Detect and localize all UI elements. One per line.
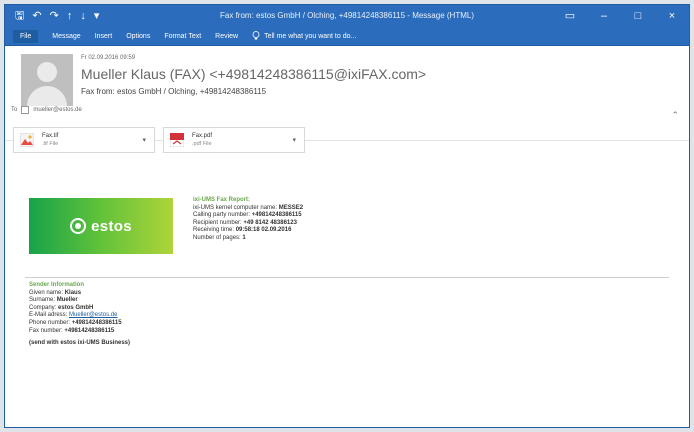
estos-logo-banner: estos: [29, 198, 173, 254]
close-button[interactable]: ×: [655, 5, 689, 27]
report-line: ixi-UMS kernel computer name: MESSE2: [193, 204, 304, 211]
recipient-line: To mueller@estos.de: [11, 106, 82, 114]
estos-logo: estos: [70, 218, 132, 235]
tab-insert[interactable]: Insert: [95, 33, 113, 40]
logo-text: estos: [91, 217, 132, 235]
outlook-window: 🖫 ↶ ↷ ↑ ↓ ▾ Fax from: estos GmbH / Olchi…: [4, 4, 690, 428]
save-icon[interactable]: 🖫: [15, 5, 24, 27]
report-line: Recipient number: +49 8142 48386123: [193, 219, 297, 226]
quick-access-toolbar: 🖫 ↶ ↷ ↑ ↓ ▾: [5, 5, 99, 27]
avatar-icon: [21, 54, 73, 106]
ribbon-display-options-icon[interactable]: ▭: [553, 5, 587, 27]
report-line: Number of pages: 1: [193, 234, 246, 241]
attachment-name: Fax.pdf: [192, 133, 213, 139]
sender-line: Phone number: +49814248386115: [29, 319, 122, 326]
report-line: Calling party number: +49814248386115: [193, 212, 302, 219]
redo-icon[interactable]: ↷: [50, 5, 59, 27]
logo-mark-icon: [70, 218, 87, 234]
attachment-type: .pdf File: [192, 141, 212, 147]
recipient-checkbox-icon: [21, 106, 30, 114]
tab-options[interactable]: Options: [126, 33, 150, 40]
title-bar: 🖫 ↶ ↷ ↑ ↓ ▾ Fax from: estos GmbH / Olchi…: [5, 5, 689, 27]
report-line: Receiving time: 09:58:18 02.09.2016: [193, 227, 292, 234]
down-arrow-icon[interactable]: ↓: [80, 5, 86, 27]
sent-with-note: (send with estos ixi-UMS Business): [29, 340, 131, 347]
attachments-bar: Fax.tif .tif File ▾ Fax.pdf .pdf File ▾: [13, 127, 305, 153]
tell-me-search[interactable]: Tell me what you want to do...: [252, 31, 356, 41]
lightbulb-icon: [252, 31, 260, 40]
message-subject: Fax from: estos GmbH / Olching, +4981424…: [81, 87, 267, 96]
chevron-down-icon[interactable]: ▾: [292, 136, 296, 144]
message-header: Fr 02.09.2016 09:59 Mueller Klaus (FAX) …: [5, 46, 689, 153]
sender-line: Fax number: +49814248386115: [29, 327, 115, 334]
attachment-name: Fax.tif: [42, 133, 59, 139]
attachment-type: .tif File: [42, 141, 59, 147]
ribbon-tabs: File Message Insert Options Format Text …: [5, 27, 689, 46]
tab-review[interactable]: Review: [215, 33, 238, 40]
minimize-button[interactable]: –: [587, 5, 621, 27]
message-date: Fr 02.09.2016 09:59: [81, 55, 136, 61]
sender-line: Given name: Klaus: [29, 289, 82, 296]
message-body: estos ixi-UMS Fax Report: ixi-UMS kernel…: [5, 155, 689, 427]
sender-information: Sender Information Given name: Klaus Sur…: [29, 282, 130, 348]
undo-icon[interactable]: ↶: [32, 5, 41, 27]
report-title: ixi-UMS Fax Report:: [193, 197, 251, 203]
window-controls: ▭ – □ ×: [553, 5, 689, 27]
to-label: To: [11, 107, 18, 113]
attachment-pdf[interactable]: Fax.pdf .pdf File ▾: [163, 127, 305, 153]
tab-format-text[interactable]: Format Text: [164, 33, 201, 40]
pdf-icon: [170, 133, 184, 147]
qat-dropdown-icon[interactable]: ▾: [94, 5, 100, 27]
fax-report: ixi-UMS Fax Report: ixi-UMS kernel compu…: [193, 197, 303, 243]
sender-info-title: Sender Information: [29, 282, 85, 288]
tab-file[interactable]: File: [13, 29, 39, 43]
attachment-tif[interactable]: Fax.tif .tif File ▾: [13, 127, 155, 153]
sender-name[interactable]: Mueller Klaus (FAX) <+49814248386115@ixi…: [81, 66, 426, 82]
sender-line: Company: estos GmbH: [29, 304, 94, 311]
maximize-button[interactable]: □: [621, 5, 655, 27]
section-divider: [25, 277, 669, 278]
sender-line: Surname: Mueller: [29, 297, 78, 304]
email-link[interactable]: Mueller@estos.de: [69, 312, 117, 318]
chevron-down-icon[interactable]: ▾: [142, 136, 146, 144]
image-icon: [20, 133, 34, 147]
tell-me-text: Tell me what you want to do...: [264, 32, 357, 40]
recipient-address[interactable]: mueller@estos.de: [33, 107, 81, 113]
chevron-up-icon[interactable]: ⌃: [671, 110, 679, 121]
tab-message[interactable]: Message: [52, 33, 80, 40]
up-arrow-icon[interactable]: ↑: [67, 5, 73, 27]
sender-line: E-Mail adress: Mueller@estos.de: [29, 312, 118, 319]
